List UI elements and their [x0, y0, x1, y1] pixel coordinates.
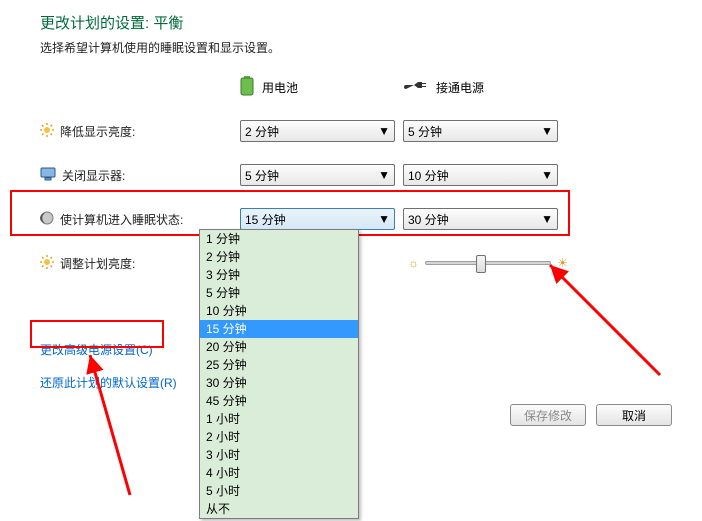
select-off-battery[interactable]: 5 分钟 ▼ — [240, 164, 395, 186]
monitor-icon — [40, 167, 56, 184]
dropdown-option[interactable]: 25 分钟 — [200, 356, 358, 374]
dropdown-option[interactable]: 从不 — [200, 500, 358, 518]
link-advanced-settings[interactable]: 更改高级电源设置(C) — [40, 341, 153, 358]
dropdown-option[interactable]: 2 小时 — [200, 428, 358, 446]
column-headers: 用电池 接通电源 — [40, 76, 682, 99]
col-plugged-label: 接通电源 — [436, 79, 484, 96]
chevron-down-icon: ▼ — [541, 124, 553, 138]
select-off-plugged-value: 10 分钟 — [408, 167, 449, 184]
row-dim-label: 降低显示亮度: — [60, 123, 135, 140]
col-battery: 用电池 — [240, 76, 400, 99]
select-dim-battery[interactable]: 2 分钟 ▼ — [240, 120, 395, 142]
dropdown-option[interactable]: 1 小时 — [200, 410, 358, 428]
col-battery-label: 用电池 — [262, 79, 298, 96]
dropdown-option[interactable]: 45 分钟 — [200, 392, 358, 410]
row-brightness: 调整计划亮度: ☼ ☀ ☼ ☀ — [40, 249, 682, 277]
select-dim-plugged[interactable]: 5 分钟 ▼ — [403, 120, 558, 142]
dropdown-option[interactable]: 20 分钟 — [200, 338, 358, 356]
select-sleep-battery[interactable]: 15 分钟 ▼ — [240, 208, 395, 230]
select-off-plugged[interactable]: 10 分钟 ▼ — [403, 164, 558, 186]
sun-small-icon: ☼ — [408, 256, 419, 270]
select-sleep-plugged-value: 30 分钟 — [408, 211, 449, 228]
page-subtitle: 选择希望计算机使用的睡眠设置和显示设置。 — [40, 39, 682, 56]
select-sleep-battery-value: 15 分钟 — [245, 211, 286, 228]
plug-icon — [404, 79, 428, 96]
slider-brightness-plugged[interactable]: ☼ ☀ — [408, 256, 568, 270]
save-button[interactable]: 保存修改 — [510, 404, 586, 426]
chevron-down-icon: ▼ — [541, 212, 553, 226]
chevron-down-icon: ▼ — [378, 212, 390, 226]
dropdown-option[interactable]: 3 分钟 — [200, 266, 358, 284]
dropdown-option[interactable]: 10 分钟 — [200, 302, 358, 320]
select-off-battery-value: 5 分钟 — [245, 167, 279, 184]
row-off: 关闭显示器: 5 分钟 ▼ 10 分钟 ▼ — [40, 161, 682, 189]
chevron-down-icon: ▼ — [378, 124, 390, 138]
dropdown-option[interactable]: 4 小时 — [200, 464, 358, 482]
row-sleep-label: 使计算机进入睡眠状态: — [60, 211, 183, 228]
row-brightness-label: 调整计划亮度: — [60, 255, 135, 272]
chevron-down-icon: ▼ — [541, 168, 553, 182]
select-sleep-plugged[interactable]: 30 分钟 ▼ — [403, 208, 558, 230]
sun-big-icon: ☀ — [557, 256, 568, 270]
cancel-button[interactable]: 取消 — [596, 404, 672, 426]
row-sleep: 使计算机进入睡眠状态: 15 分钟 ▼ 30 分钟 ▼ — [40, 205, 682, 233]
dim-icon — [40, 123, 54, 140]
chevron-down-icon: ▼ — [378, 168, 390, 182]
col-plugged: 接通电源 — [404, 79, 564, 96]
battery-icon — [240, 76, 254, 99]
dropdown-option[interactable]: 30 分钟 — [200, 374, 358, 392]
page-title: 更改计划的设置: 平衡 — [40, 12, 682, 33]
sleep-battery-dropdown[interactable]: 1 分钟2 分钟3 分钟5 分钟10 分钟15 分钟20 分钟25 分钟30 分… — [199, 229, 359, 519]
slider-thumb[interactable] — [476, 255, 486, 273]
brightness-icon — [40, 255, 54, 272]
dropdown-option[interactable]: 2 分钟 — [200, 248, 358, 266]
row-off-label: 关闭显示器: — [62, 167, 125, 184]
dropdown-option[interactable]: 5 分钟 — [200, 284, 358, 302]
dropdown-option[interactable]: 3 小时 — [200, 446, 358, 464]
dropdown-option[interactable]: 15 分钟 — [200, 320, 358, 338]
moon-icon — [40, 211, 54, 228]
row-dim: 降低显示亮度: 2 分钟 ▼ 5 分钟 ▼ — [40, 117, 682, 145]
link-restore-defaults[interactable]: 还原此计划的默认设置(R) — [40, 374, 177, 391]
select-dim-battery-value: 2 分钟 — [245, 123, 279, 140]
dropdown-option[interactable]: 1 分钟 — [200, 230, 358, 248]
select-dim-plugged-value: 5 分钟 — [408, 123, 442, 140]
dropdown-option[interactable]: 5 小时 — [200, 482, 358, 500]
